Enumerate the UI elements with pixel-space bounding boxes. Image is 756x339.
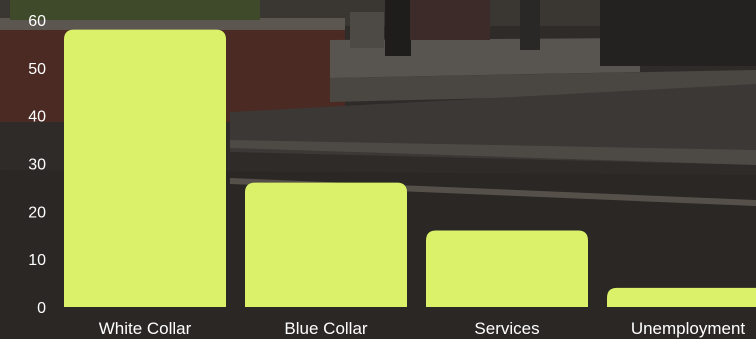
bar-chart: 0 10 20 30 40 50 60 White Collar Blue Collar Serv… bbox=[28, 13, 756, 338]
bar-unemployment bbox=[607, 287, 756, 307]
y-tick-label: 30 bbox=[28, 157, 46, 174]
y-tick-label: 60 bbox=[28, 13, 46, 30]
x-tick-label: Services bbox=[474, 319, 539, 338]
x-tick-label: White Collar bbox=[99, 319, 192, 338]
x-tick-label: Blue Collar bbox=[284, 319, 367, 338]
y-tick-label: 40 bbox=[28, 109, 46, 126]
bar-blue-collar bbox=[245, 182, 407, 307]
y-tick-label: 0 bbox=[37, 300, 46, 317]
x-tick-label: Unemployment bbox=[631, 319, 746, 338]
chart-stage: 0 10 20 30 40 50 60 White Collar Blue Collar Serv… bbox=[0, 0, 756, 339]
y-tick-label: 20 bbox=[28, 204, 46, 221]
bar-services bbox=[426, 230, 588, 307]
bar-white-collar bbox=[64, 29, 226, 307]
y-tick-label: 10 bbox=[28, 252, 46, 269]
y-tick-label: 50 bbox=[28, 61, 46, 78]
